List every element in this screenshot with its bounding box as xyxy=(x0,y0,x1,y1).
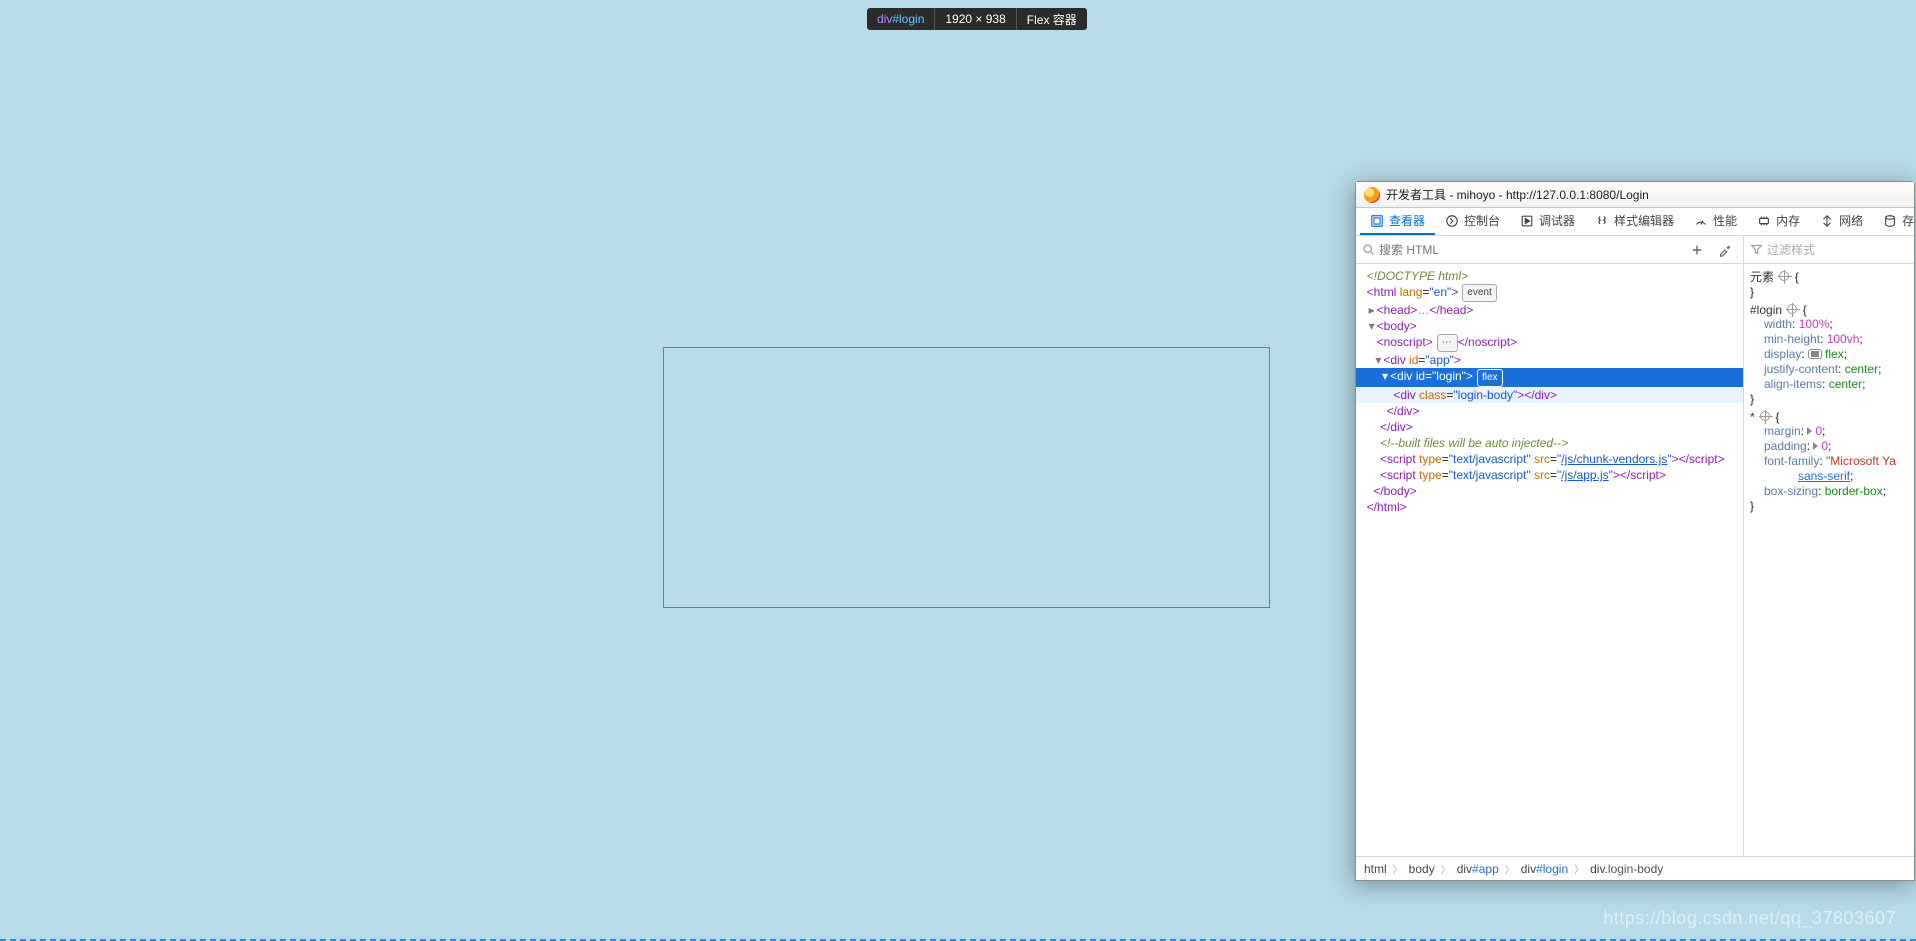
search-icon xyxy=(1362,243,1375,256)
devtools-main-split: <!DOCTYPE html> <html lang="en">event ▸<… xyxy=(1356,264,1914,856)
crumb-app[interactable]: div#app xyxy=(1457,862,1499,876)
expand-shorthand-icon[interactable] xyxy=(1813,442,1818,450)
event-badge[interactable]: event xyxy=(1462,284,1496,302)
crumb-html[interactable]: html xyxy=(1364,862,1387,876)
login-body-box xyxy=(663,347,1270,608)
crumb-body[interactable]: body xyxy=(1409,862,1435,876)
tab-storage[interactable]: 存 xyxy=(1873,208,1916,235)
rule-element-label: 元素 xyxy=(1750,270,1774,284)
gear-icon[interactable] xyxy=(1760,411,1770,421)
watermark-text: https://blog.csdn.net/qq_37803607 xyxy=(1603,908,1896,929)
tab-label: 查看器 xyxy=(1389,212,1425,229)
tab-label: 性能 xyxy=(1713,212,1737,229)
tab-network[interactable]: 网络 xyxy=(1810,208,1873,235)
tooltip-tag: div xyxy=(877,12,892,26)
crumb-login[interactable]: div#login xyxy=(1521,862,1568,876)
dom-selected-login[interactable]: ▾<div id="login">flex xyxy=(1356,368,1743,387)
tab-performance[interactable]: 性能 xyxy=(1684,208,1747,235)
dom-hovered-login-body[interactable]: <div class="login-body"></div> xyxy=(1356,387,1743,403)
dom-tree-pane[interactable]: <!DOCTYPE html> <html lang="en">event ▸<… xyxy=(1356,264,1744,856)
gear-icon[interactable] xyxy=(1787,304,1797,314)
tab-debugger[interactable]: 调试器 xyxy=(1510,208,1585,235)
tab-label: 内存 xyxy=(1776,212,1800,229)
tab-memory[interactable]: 内存 xyxy=(1747,208,1810,235)
crumb-login-body[interactable]: div.login-body xyxy=(1590,862,1663,876)
eyedropper-button[interactable] xyxy=(1713,243,1737,257)
tab-label: 调试器 xyxy=(1539,212,1575,229)
filter-icon xyxy=(1750,243,1763,256)
gear-icon[interactable] xyxy=(1779,271,1789,281)
dom-script-link-2[interactable]: /js/app.js xyxy=(1561,468,1608,482)
devtools-titlebar[interactable]: 开发者工具 - mihoyo - http://127.0.0.1:8080/L… xyxy=(1356,182,1914,208)
tooltip-layout: Flex 容器 xyxy=(1017,8,1087,30)
dom-comment: <!--built files will be auto injected--> xyxy=(1380,436,1568,450)
tab-console[interactable]: 控制台 xyxy=(1435,208,1510,235)
devtools-tabbar: 查看器 控制台 调试器 样式编辑器 性能 内存 网络 存 xyxy=(1356,208,1914,236)
tab-label: 网络 xyxy=(1839,212,1863,229)
tooltip-dimensions: 1920 × 938 xyxy=(935,8,1016,30)
firefox-icon xyxy=(1364,187,1380,203)
tab-label: 存 xyxy=(1902,212,1914,229)
dom-breadcrumbs: html 〉 body 〉 div#app 〉 div#login 〉 div.… xyxy=(1356,856,1914,880)
collapsed-dots-badge[interactable]: ⋯ xyxy=(1437,334,1458,352)
tab-label: 控制台 xyxy=(1464,212,1500,229)
tab-inspector[interactable]: 查看器 xyxy=(1360,208,1435,235)
html-search-input[interactable] xyxy=(1379,243,1681,257)
add-element-button[interactable] xyxy=(1685,243,1709,257)
element-highlight-tooltip: div#login 1920 × 938 Flex 容器 xyxy=(867,8,1087,30)
devtools-window: 开发者工具 - mihoyo - http://127.0.0.1:8080/L… xyxy=(1355,181,1915,881)
rule-selector-login[interactable]: #login xyxy=(1750,303,1782,317)
tab-style-editor[interactable]: 样式编辑器 xyxy=(1585,208,1684,235)
filter-styles-placeholder: 过滤样式 xyxy=(1767,241,1815,258)
flex-chip-icon[interactable] xyxy=(1808,349,1822,359)
dom-doctype: <!DOCTYPE html> xyxy=(1367,269,1468,283)
expand-shorthand-icon[interactable] xyxy=(1807,427,1812,435)
devtools-title: 开发者工具 - mihoyo - http://127.0.0.1:8080/L… xyxy=(1386,186,1649,203)
flex-badge[interactable]: flex xyxy=(1477,369,1503,387)
dom-script-link-1[interactable]: /js/chunk-vendors.js xyxy=(1561,452,1667,466)
rule-selector-star[interactable]: * xyxy=(1750,410,1755,424)
tab-label: 样式编辑器 xyxy=(1614,212,1674,229)
styles-pane[interactable]: 元素 { } #login { width: 100%; min-height:… xyxy=(1744,264,1914,856)
tooltip-id: #login xyxy=(892,12,924,26)
devtools-search-row: 过滤样式 xyxy=(1356,236,1914,264)
